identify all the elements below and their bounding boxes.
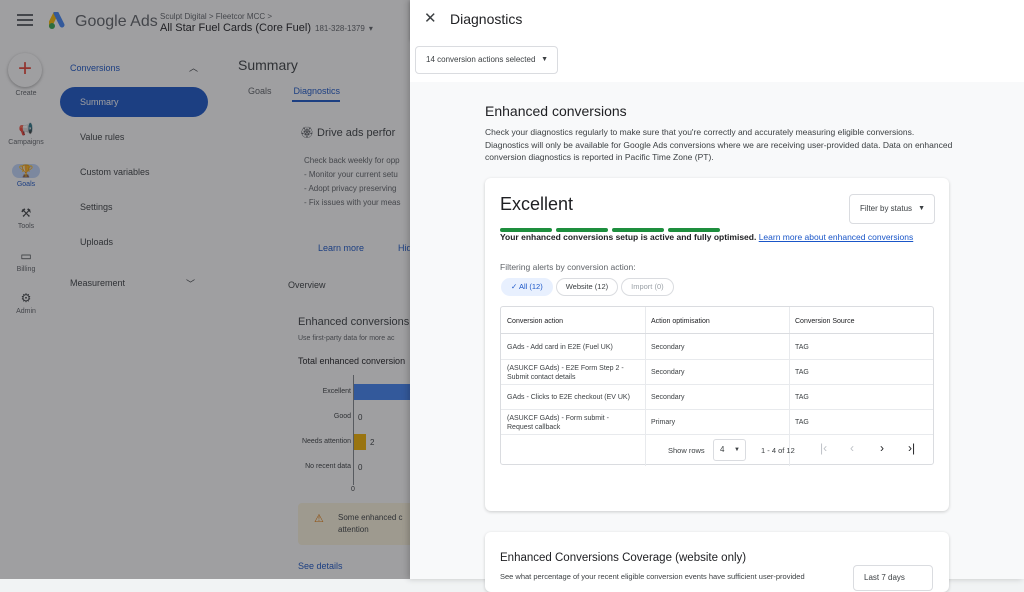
status-title: Excellent bbox=[500, 194, 574, 214]
learn-more-link[interactable]: Learn more about enhanced conversions bbox=[759, 232, 914, 242]
cell-action: GAds - Add card in E2E (Fuel UK) bbox=[507, 344, 613, 351]
close-icon[interactable]: ✕ bbox=[424, 11, 437, 27]
status-card: Excellent Filter by status ▼ Your enhance… bbox=[485, 178, 949, 511]
table-header: Conversion action Action optimisation Co… bbox=[501, 307, 933, 334]
cell-source: TAG bbox=[795, 419, 809, 426]
rows-per-page-select[interactable]: 4 ▼ bbox=[713, 439, 746, 461]
date-range-label: Last 7 days bbox=[864, 573, 905, 582]
dropdown-label: Filter by status bbox=[860, 204, 913, 213]
cell-optimisation: Secondary bbox=[651, 369, 685, 376]
status-text: Your enhanced conversions setup is activ… bbox=[500, 232, 757, 242]
cell-optimisation: Primary bbox=[651, 419, 676, 426]
cell-source: TAG bbox=[795, 394, 809, 401]
pagination: Show rows 4 ▼ 1 - 4 of 12 |‹ ‹ › ›| bbox=[500, 436, 934, 464]
caret-down-icon: ▼ bbox=[734, 447, 740, 453]
table-row: (ASUKCF GAds) - Form submit - Request ca… bbox=[501, 410, 933, 435]
cell-optimisation: Secondary bbox=[651, 344, 685, 351]
section-title: Enhanced conversions bbox=[485, 103, 627, 119]
page-range: 1 - 4 of 12 bbox=[761, 446, 795, 455]
show-rows-label: Show rows bbox=[668, 446, 705, 455]
diagnostics-panel: ✕ Diagnostics 14 conversion actions sele… bbox=[410, 0, 1024, 592]
selector-label: 14 conversion actions selected bbox=[426, 55, 536, 64]
table-row: GAds - Clicks to E2E checkout (EV UK) Se… bbox=[501, 385, 933, 410]
chip-import[interactable]: Import (0) bbox=[621, 278, 674, 296]
next-page-icon[interactable]: › bbox=[880, 441, 884, 455]
panel-header: ✕ Diagnostics bbox=[410, 0, 1024, 40]
rows-value: 4 bbox=[720, 445, 725, 454]
conversion-actions-selector[interactable]: 14 conversion actions selected ▼ bbox=[415, 46, 558, 74]
first-page-icon[interactable]: |‹ bbox=[820, 441, 827, 455]
header-conversion-action[interactable]: Conversion action bbox=[507, 317, 563, 326]
cell-action: GAds - Clicks to E2E checkout (EV UK) bbox=[507, 394, 630, 401]
coverage-description: See what percentage of your recent eligi… bbox=[500, 572, 805, 581]
caret-down-icon: ▼ bbox=[541, 56, 548, 63]
check-icon: ✓ bbox=[511, 282, 519, 291]
filter-chips: ✓ All (12) Website (12) Import (0) bbox=[501, 276, 677, 296]
status-message: Your enhanced conversions setup is activ… bbox=[500, 231, 920, 243]
caret-down-icon: ▼ bbox=[918, 205, 925, 212]
filtering-label: Filtering alerts by conversion action: bbox=[500, 262, 636, 272]
cell-source: TAG bbox=[795, 369, 809, 376]
panel-title: Diagnostics bbox=[450, 11, 523, 27]
chip-all[interactable]: ✓ All (12) bbox=[501, 278, 553, 296]
cell-source: TAG bbox=[795, 344, 809, 351]
modal-scrim[interactable] bbox=[0, 0, 410, 579]
header-action-optimisation[interactable]: Action optimisation bbox=[651, 317, 710, 326]
prev-page-icon[interactable]: ‹ bbox=[850, 441, 854, 455]
cell-action: (ASUKCF GAds) - Form submit - Request ca… bbox=[507, 415, 609, 431]
coverage-title: Enhanced Conversions Coverage (website o… bbox=[500, 552, 747, 564]
header-conversion-source[interactable]: Conversion Source bbox=[795, 317, 855, 326]
cell-optimisation: Secondary bbox=[651, 394, 685, 401]
filter-bar: 14 conversion actions selected ▼ bbox=[410, 40, 1024, 82]
coverage-card: Enhanced Conversions Coverage (website o… bbox=[485, 532, 949, 592]
chip-label: All (12) bbox=[518, 282, 543, 291]
last-page-icon[interactable]: ›| bbox=[908, 441, 915, 455]
chip-website[interactable]: Website (12) bbox=[555, 278, 619, 296]
cell-action: (ASUKCF GAds) - E2E Form Step 2 - Submit… bbox=[507, 365, 624, 381]
table-row: (ASUKCF GAds) - E2E Form Step 2 - Submit… bbox=[501, 360, 933, 385]
date-range-dropdown[interactable]: Last 7 days bbox=[853, 565, 933, 591]
filter-by-status-dropdown[interactable]: Filter by status ▼ bbox=[849, 194, 935, 224]
table-row: GAds - Add card in E2E (Fuel UK) Seconda… bbox=[501, 335, 933, 360]
section-description: Check your diagnostics regularly to make… bbox=[485, 127, 953, 162]
